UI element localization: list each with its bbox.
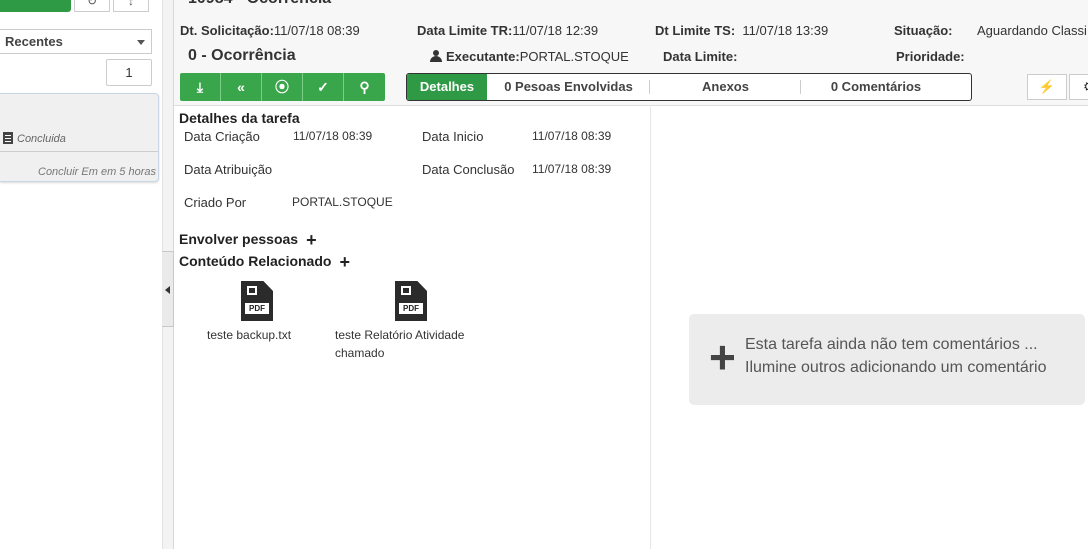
executante-value: PORTAL.STOQUE <box>519 49 629 64</box>
add-comment-icon[interactable]: + <box>709 334 736 380</box>
dt-solicitacao-label: Dt. Solicitação: <box>180 23 274 38</box>
task-count-badge: 1 <box>106 59 152 86</box>
data-conclusao-label: Data Conclusão <box>422 162 515 177</box>
envolver-pessoas-label: Envolver pessoas <box>179 231 299 247</box>
settings-button[interactable]: ⚙ <box>1069 74 1088 100</box>
dt-solicitacao: Dt. Solicitação:11/07/18 08:39 <box>180 23 360 38</box>
data-conclusao-value: 11/07/18 08:39 <box>532 162 612 176</box>
tab-pessoas[interactable]: 0 Pesoas Envolvidas <box>487 74 650 100</box>
empty-comments-box[interactable]: + Esta tarefa ainda não tem comentários … <box>689 314 1085 405</box>
task-header: 10984 - Ocorrência Dt. Solicitação:11/07… <box>174 0 1088 106</box>
download-button[interactable]: ⤓ <box>180 73 221 101</box>
dt-limite-ts: Dt Limite TS: 11/07/18 13:39 <box>655 23 828 38</box>
chevron-down-icon <box>137 40 145 45</box>
data-inicio-label: Data Inicio <box>422 129 484 144</box>
data-limite-tr-label: Data Limite TR: <box>417 23 513 38</box>
play-button[interactable]: ⦿ <box>262 73 303 101</box>
data-limite-tr: Data Limite TR:11/07/18 12:39 <box>417 23 598 38</box>
sort-icon: ↕ <box>128 0 134 8</box>
collapse-left-icon <box>165 286 170 294</box>
conteudo-relacionado: Conteúdo Relacionado + <box>179 252 350 273</box>
recent-filter-select[interactable]: Recentes <box>0 29 152 54</box>
task-status-label: Concluida <box>17 133 66 145</box>
empty-comments-line2: Ilumine outros adicionando um comentário <box>745 359 1047 376</box>
attachment-name-line1: teste Relatório Atividade <box>335 328 465 342</box>
download-icon: ⤓ <box>196 79 204 95</box>
situacao-value: Aguardando Classi <box>977 23 1087 38</box>
task-details-panel: Detalhes da tarefa Data Criação 11/07/18… <box>174 107 651 549</box>
executante: Executante:PORTAL.STOQUE <box>430 49 629 64</box>
attachment-name-line2: chamado <box>335 346 385 360</box>
attachment-item[interactable]: PDF teste Relatório Atividade chamado <box>335 281 495 362</box>
task-tabs: Detalhes 0 Pesoas Envolvidas Anexos 0 Co… <box>406 73 972 101</box>
data-criacao-label: Data Criação <box>184 129 260 144</box>
copy-icon <box>401 286 411 295</box>
attachment-name: teste backup.txt <box>207 328 292 342</box>
gear-icon: ⚙ <box>1083 79 1088 94</box>
recent-filter-label: Recentes <box>5 34 63 49</box>
tab-detalhes[interactable]: Detalhes <box>407 74 487 100</box>
envolver-pessoas: Envolver pessoas + <box>179 230 317 251</box>
copy-icon <box>247 286 257 295</box>
app-root: ↻ ↕ Recentes 1 Concluida Concluir Em em … <box>0 0 1088 549</box>
dt-limite-ts-label: Dt Limite TS: <box>655 23 736 38</box>
data-atribuicao-label: Data Atribuição <box>184 162 273 177</box>
new-task-button[interactable] <box>0 0 71 12</box>
play-circle-icon: ⦿ <box>275 79 289 95</box>
data-inicio-value: 11/07/18 08:39 <box>532 129 612 143</box>
refresh-button[interactable]: ↻ <box>74 0 110 12</box>
check-icon: ✓ <box>317 79 329 95</box>
attachment-item[interactable]: PDF teste backup.txt <box>207 281 307 344</box>
pdf-badge: PDF <box>245 303 269 314</box>
data-limite-tr-value: 11/07/18 12:39 <box>512 23 599 38</box>
data-limite: Data Limite: <box>663 49 737 64</box>
data-limite-label: Data Limite: <box>663 49 738 64</box>
document-icon <box>3 132 13 144</box>
assign-user-button[interactable]: ⚲ <box>344 73 385 101</box>
task-list-panel: ↻ ↕ Recentes 1 Concluida Concluir Em em … <box>0 0 162 549</box>
complete-button[interactable]: ✓ <box>303 73 344 101</box>
add-person-icon[interactable]: + <box>306 230 317 251</box>
task-due: Concluir Em em 5 horas <box>38 166 156 178</box>
dt-limite-ts-value: 11/07/18 13:39 <box>742 23 829 38</box>
collapse-panel-handle[interactable] <box>162 251 174 327</box>
tab-comentarios[interactable]: 0 Comentários <box>801 74 951 100</box>
dt-solicitacao-value: 11/07/18 08:39 <box>273 23 360 38</box>
situacao-label: Situação: <box>894 23 953 38</box>
pdf-file-icon: PDF <box>241 281 273 321</box>
criado-por-label: Criado Por <box>184 195 247 210</box>
lightning-icon: ⚡ <box>1038 79 1056 94</box>
reply-all-button[interactable]: « <box>221 73 262 101</box>
data-criacao-value: 11/07/18 08:39 <box>293 129 373 143</box>
prioridade: Prioridade: <box>896 49 965 64</box>
criado-por-value: PORTAL.STOQUE <box>292 195 393 209</box>
pdf-file-icon: PDF <box>395 281 427 321</box>
user-icon <box>430 50 442 62</box>
add-content-icon[interactable]: + <box>339 252 350 273</box>
quick-action-button[interactable]: ⚡ <box>1027 74 1067 100</box>
task-status: Concluida <box>3 132 66 145</box>
reply-all-icon: « <box>237 79 245 95</box>
action-toolbar: ⤓ « ⦿ ✓ ⚲ <box>180 73 385 101</box>
refresh-icon: ↻ <box>86 0 98 8</box>
situacao: Situação: <box>894 23 953 38</box>
pdf-badge: PDF <box>399 303 423 314</box>
tab-anexos[interactable]: Anexos <box>650 74 801 100</box>
prioridade-label: Prioridade: <box>896 49 965 64</box>
conteudo-relacionado-label: Conteúdo Relacionado <box>179 253 332 269</box>
task-subtitle: 0 - Ocorrência <box>188 47 296 64</box>
task-card[interactable]: Concluida Concluir Em em 5 horas <box>0 93 159 182</box>
empty-comments-line1: Esta tarefa ainda não tem comentários ..… <box>745 336 1038 353</box>
card-divider <box>0 151 158 152</box>
page-title: 10984 - Ocorrência <box>188 0 331 8</box>
attachment-name: teste Relatório Atividade chamado <box>335 326 495 362</box>
user-settings-icon: ⚲ <box>359 79 370 95</box>
details-section-title: Detalhes da tarefa <box>179 110 300 126</box>
sort-button[interactable]: ↕ <box>113 0 149 12</box>
executante-label: Executante: <box>446 49 520 64</box>
